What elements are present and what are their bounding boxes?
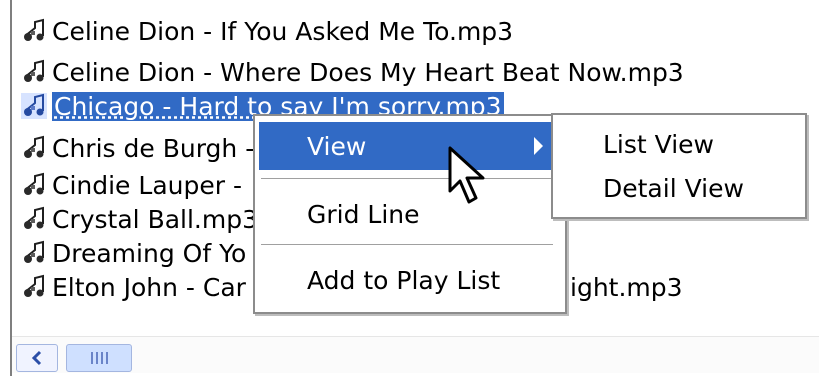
- menu-separator: [261, 178, 553, 179]
- file-row[interactable]: Elton John - Car: [18, 270, 246, 304]
- view-submenu: List View Detail View: [551, 113, 807, 219]
- menu-item-view-label: View: [307, 131, 367, 161]
- file-row[interactable]: Celine Dion - If You Asked Me To.mp3: [18, 14, 513, 48]
- file-name-tail: ight.mp3: [570, 272, 683, 302]
- music-file-icon: [21, 59, 47, 85]
- menu-separator: [261, 244, 553, 245]
- menu-item-view[interactable]: View: [259, 122, 561, 170]
- file-name: Dreaming Of Yo: [52, 238, 247, 268]
- submenu-item-list-view[interactable]: List View: [557, 123, 801, 165]
- context-menu: View Grid Line Add to Play List: [253, 114, 567, 314]
- music-file-icon: [21, 206, 47, 232]
- submenu-item-detail-view-label: Detail View: [603, 173, 744, 203]
- scroll-left-arrow-icon: [31, 350, 42, 366]
- list-left-border: [10, 0, 12, 376]
- file-name: Crystal Ball.mp3: [52, 204, 259, 234]
- file-row[interactable]: Dreaming Of Yo: [18, 236, 246, 270]
- menu-item-add-to-play-list-label: Add to Play List: [307, 265, 501, 295]
- file-row[interactable]: Celine Dion - Where Does My Heart Beat N…: [18, 55, 684, 89]
- horizontal-scrollbar[interactable]: [12, 336, 819, 373]
- file-name: Celine Dion - If You Asked Me To.mp3: [52, 16, 514, 46]
- music-file-icon: [21, 135, 47, 161]
- submenu-arrow-icon: [534, 137, 543, 155]
- submenu-item-list-view-label: List View: [603, 129, 714, 159]
- menu-item-add-to-play-list[interactable]: Add to Play List: [259, 256, 561, 304]
- submenu-item-detail-view[interactable]: Detail View: [557, 167, 801, 209]
- file-row[interactable]: Chris de Burgh -: [18, 131, 254, 165]
- music-file-icon: [21, 18, 47, 44]
- file-name: Elton John - Car: [52, 272, 246, 302]
- file-name: Celine Dion - Where Does My Heart Beat N…: [52, 57, 684, 87]
- scroll-left-button[interactable]: [16, 344, 58, 372]
- music-file-icon: [21, 240, 47, 266]
- music-file-icon: [21, 274, 47, 300]
- scroll-thumb[interactable]: [66, 344, 132, 372]
- file-name: Cindie Lauper -: [52, 170, 242, 200]
- file-row[interactable]: Crystal Ball.mp3: [18, 202, 258, 236]
- menu-item-grid-line[interactable]: Grid Line: [259, 190, 561, 238]
- music-file-icon: [21, 93, 47, 119]
- file-row[interactable]: Cindie Lauper -: [18, 168, 242, 202]
- file-name: Chris de Burgh -: [52, 133, 255, 163]
- menu-item-grid-line-label: Grid Line: [307, 199, 420, 229]
- cut-off-row: [14, 0, 814, 3]
- thumb-grip-icon: [90, 352, 108, 364]
- music-file-icon: [21, 172, 47, 198]
